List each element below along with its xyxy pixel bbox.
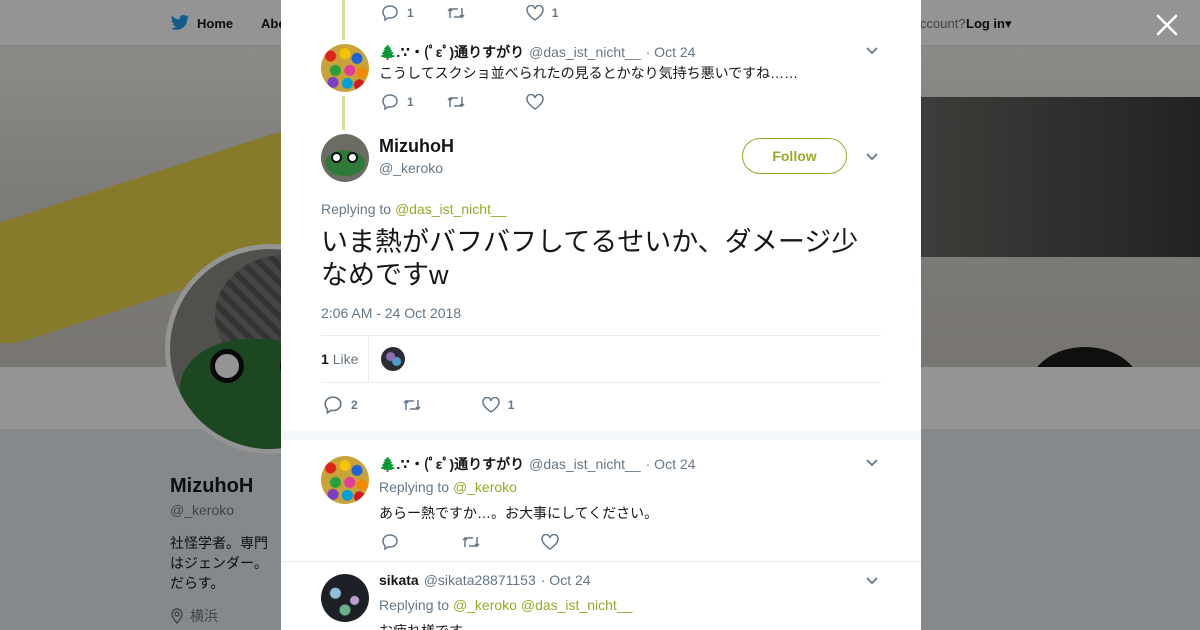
tweet-text: お疲れ様です [379, 621, 463, 630]
heart-icon [525, 5, 544, 21]
author-name[interactable]: sikata [379, 572, 419, 588]
retweet-icon [403, 399, 421, 411]
tweet-stats: 1 Like [321, 335, 881, 383]
author-handle[interactable]: @das_ist_nicht__ [529, 456, 641, 472]
chevron-down-icon[interactable] [865, 152, 879, 162]
retweet-action[interactable] [446, 5, 466, 21]
tweet-timestamp[interactable]: 2:06 AM - 24 Oct 2018 [321, 305, 461, 321]
tweet-date[interactable]: · Oct 24 [646, 456, 696, 472]
replying-to: Replying to @das_ist_nicht__ [321, 201, 506, 217]
chevron-down-icon[interactable] [865, 46, 879, 56]
heart-icon [525, 94, 544, 110]
retweet-action[interactable] [402, 397, 422, 413]
reply-icon [324, 396, 342, 415]
heart-icon [541, 534, 559, 550]
like-count: 1 [551, 6, 559, 20]
replies-divider [281, 430, 921, 440]
replying-to-label: Replying to [321, 201, 392, 217]
tweet-date[interactable]: · Oct 24 [646, 44, 696, 60]
reply-action[interactable] [381, 533, 399, 551]
like-stat-count: 1 [321, 351, 329, 367]
reply-action[interactable]: 2 [323, 395, 358, 415]
replying-to-label: Replying to [379, 597, 450, 613]
like-stat[interactable]: 1 Like [321, 351, 358, 367]
author-name[interactable]: 🌲.∵・(ﾟεﾟ)通りすがり [379, 454, 524, 474]
main-author-name[interactable]: MizuhoH [379, 136, 454, 157]
like-count: 1 [507, 398, 515, 412]
like-action[interactable] [525, 94, 544, 110]
reply-divider [281, 561, 921, 562]
tweet-actions: 2 1 [323, 395, 514, 415]
follow-button[interactable]: Follow [742, 138, 847, 174]
chevron-down-icon[interactable] [865, 576, 879, 586]
thread-line [342, 0, 345, 40]
like-action[interactable]: 1 [481, 397, 515, 413]
avatar[interactable] [321, 574, 369, 622]
author-name[interactable]: 🌲.∵・(ﾟεﾟ)通りすがり [379, 42, 524, 62]
replying-to-link[interactable]: @_keroko [453, 479, 517, 495]
main-author-handle[interactable]: @_keroko [379, 160, 443, 176]
tweet-permalink-modal: 1 1 🌲.∵・(ﾟεﾟ)通りすがり @das_ist_nicht__ · Oc… [281, 0, 921, 630]
replying-to-link[interactable]: @das_ist_nicht__ [395, 201, 507, 217]
retweet-icon [447, 96, 465, 108]
retweet-action[interactable] [446, 94, 466, 110]
reply-icon [382, 5, 398, 22]
tweet-text: あらー熱ですか…。お大事にしてください。 [379, 505, 659, 521]
author-handle[interactable]: @das_ist_nicht__ [529, 44, 641, 60]
reply-action[interactable]: 1 [381, 4, 414, 22]
tweet-header: 🌲.∵・(ﾟεﾟ)通りすがり @das_ist_nicht__ · Oct 24 [379, 42, 695, 62]
reply-icon [382, 94, 398, 111]
avatar[interactable] [321, 134, 369, 182]
like-action[interactable]: 1 [525, 5, 559, 21]
tweet-header: 🌲.∵・(ﾟεﾟ)通りすがり @das_ist_nicht__ · Oct 24 [379, 454, 695, 474]
reply-count: 1 [407, 6, 414, 20]
retweet-icon [447, 7, 465, 19]
thread-line [342, 96, 345, 130]
tweet-actions [381, 533, 559, 551]
avatar[interactable] [321, 44, 369, 92]
tweet-text: こうしてスクショ並べられたの見るとかなり気持ち悪いですね…… [379, 65, 799, 81]
reply-count: 1 [407, 95, 414, 109]
reply-icon [382, 534, 398, 551]
liker-avatar[interactable] [381, 347, 405, 371]
retweet-icon [462, 536, 480, 548]
author-handle[interactable]: @sikata28871153 [424, 572, 536, 588]
main-tweet-text: いま熱がバフバフしてるせいか、ダメージ少なめですw [321, 227, 859, 290]
like-action[interactable] [541, 534, 559, 550]
replying-to-link[interactable]: @das_ist_nicht__ [521, 597, 633, 613]
replying-to: Replying to @_keroko [379, 479, 517, 495]
chevron-down-icon[interactable] [865, 458, 879, 468]
heart-icon [481, 397, 500, 413]
avatar[interactable] [321, 456, 369, 504]
reply-action[interactable]: 1 [381, 93, 414, 111]
replying-to-label: Replying to [379, 479, 450, 495]
tweet-actions: 1 [381, 93, 544, 111]
reply-count: 2 [351, 398, 358, 412]
like-stat-label: Like [332, 351, 359, 367]
tweet-date[interactable]: · Oct 24 [541, 572, 591, 588]
replying-to-link[interactable]: @_keroko [453, 597, 517, 613]
close-icon[interactable] [1154, 12, 1180, 38]
replying-to: Replying to @_keroko @das_ist_nicht__ [379, 597, 632, 613]
tweet-actions: 1 1 [381, 4, 558, 22]
retweet-action[interactable] [461, 534, 481, 550]
tweet-header: sikata @sikata28871153 · Oct 24 [379, 572, 591, 588]
